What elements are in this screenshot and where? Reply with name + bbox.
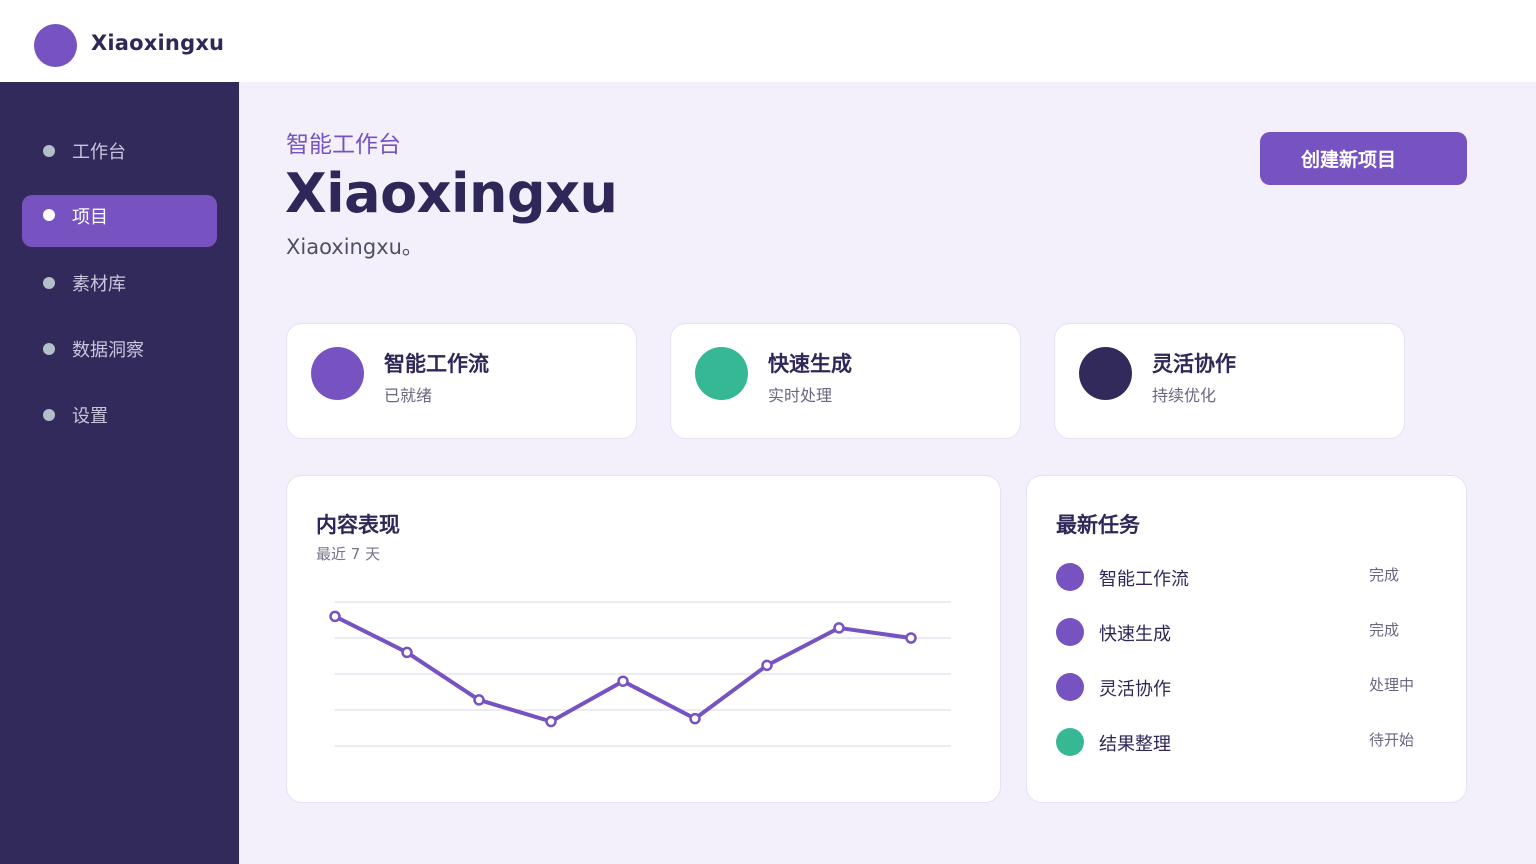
performance-line-chart xyxy=(329,601,951,747)
stat-subtitle: 持续优化 xyxy=(1152,386,1217,405)
sidebar-item-assets[interactable]: 素材库 xyxy=(22,256,217,308)
bullet-icon xyxy=(43,145,55,157)
task-status-dot-icon xyxy=(1056,673,1084,701)
task-row[interactable]: 结果整理 待开始 xyxy=(1056,726,1436,756)
page-subtitle: Xiaoxingxu。 xyxy=(286,235,423,259)
chart-point xyxy=(689,712,701,725)
chart-point xyxy=(545,715,557,728)
chart-point xyxy=(905,632,917,644)
chart-point xyxy=(761,659,773,672)
performance-panel: 内容表现 最近 7 天 xyxy=(286,475,1001,803)
task-status: 完成 xyxy=(1369,621,1400,639)
generate-icon xyxy=(695,347,748,400)
sidebar-item-workbench[interactable]: 工作台 xyxy=(22,124,217,176)
task-row[interactable]: 灵活协作 处理中 xyxy=(1056,671,1436,701)
task-status: 处理中 xyxy=(1369,676,1415,694)
stat-card-collaborate[interactable]: 灵活协作 持续优化 xyxy=(1054,323,1405,439)
stat-card-generate[interactable]: 快速生成 实时处理 xyxy=(670,323,1021,439)
task-label: 灵活协作 xyxy=(1099,679,1171,700)
task-label: 快速生成 xyxy=(1099,624,1171,645)
sidebar-item-label: 工作台 xyxy=(72,142,126,163)
sidebar: 工作台 项目 素材库 数据洞察 设置 xyxy=(0,82,239,864)
create-project-button[interactable]: 创建新项目 xyxy=(1260,132,1467,185)
sidebar-item-label: 设置 xyxy=(72,406,108,427)
brand-name: Xiaoxingxu xyxy=(91,31,225,55)
workflow-icon xyxy=(311,347,364,400)
stat-title: 快速生成 xyxy=(768,352,852,376)
task-status: 待开始 xyxy=(1369,731,1415,749)
chart-point xyxy=(329,610,341,623)
chart-point xyxy=(617,675,629,687)
chart-point xyxy=(401,646,413,659)
stat-title: 智能工作流 xyxy=(384,352,489,376)
chart-series-line xyxy=(333,614,913,724)
bullet-icon xyxy=(43,343,55,355)
sidebar-item-settings[interactable]: 设置 xyxy=(22,388,217,440)
chart-point xyxy=(833,622,845,634)
top-bar: Xiaoxingxu xyxy=(0,0,1536,82)
tasks-panel: 最新任务 智能工作流 完成 快速生成 完成 灵活协作 处理中 结果整理 待开始 xyxy=(1026,475,1467,803)
sidebar-item-insights[interactable]: 数据洞察 xyxy=(22,322,217,374)
page-eyebrow: 智能工作台 xyxy=(286,132,401,158)
bullet-icon xyxy=(43,277,55,289)
stat-subtitle: 已就绪 xyxy=(384,386,433,405)
chart-point xyxy=(473,694,485,706)
task-status-dot-icon xyxy=(1056,728,1084,756)
bullet-icon xyxy=(43,209,55,221)
sidebar-item-label: 数据洞察 xyxy=(72,340,144,361)
collaborate-icon xyxy=(1079,347,1132,400)
task-label: 结果整理 xyxy=(1099,734,1171,755)
sidebar-item-label: 项目 xyxy=(72,207,108,228)
brand-logo-icon xyxy=(34,24,77,67)
task-status-dot-icon xyxy=(1056,618,1084,646)
sidebar-item-projects[interactable]: 项目 xyxy=(22,195,217,247)
tasks-title: 最新任务 xyxy=(1056,513,1140,537)
page-title: Xiaoxingxu xyxy=(285,162,618,225)
sidebar-item-label: 素材库 xyxy=(72,274,126,295)
stat-subtitle: 实时处理 xyxy=(768,386,833,405)
task-row[interactable]: 快速生成 完成 xyxy=(1056,616,1436,646)
task-status: 完成 xyxy=(1369,566,1400,584)
bullet-icon xyxy=(43,409,55,421)
task-label: 智能工作流 xyxy=(1099,569,1189,590)
stat-title: 灵活协作 xyxy=(1152,352,1236,376)
task-status-dot-icon xyxy=(1056,563,1084,591)
task-row[interactable]: 智能工作流 完成 xyxy=(1056,561,1436,591)
stat-card-workflow[interactable]: 智能工作流 已就绪 xyxy=(286,323,637,439)
